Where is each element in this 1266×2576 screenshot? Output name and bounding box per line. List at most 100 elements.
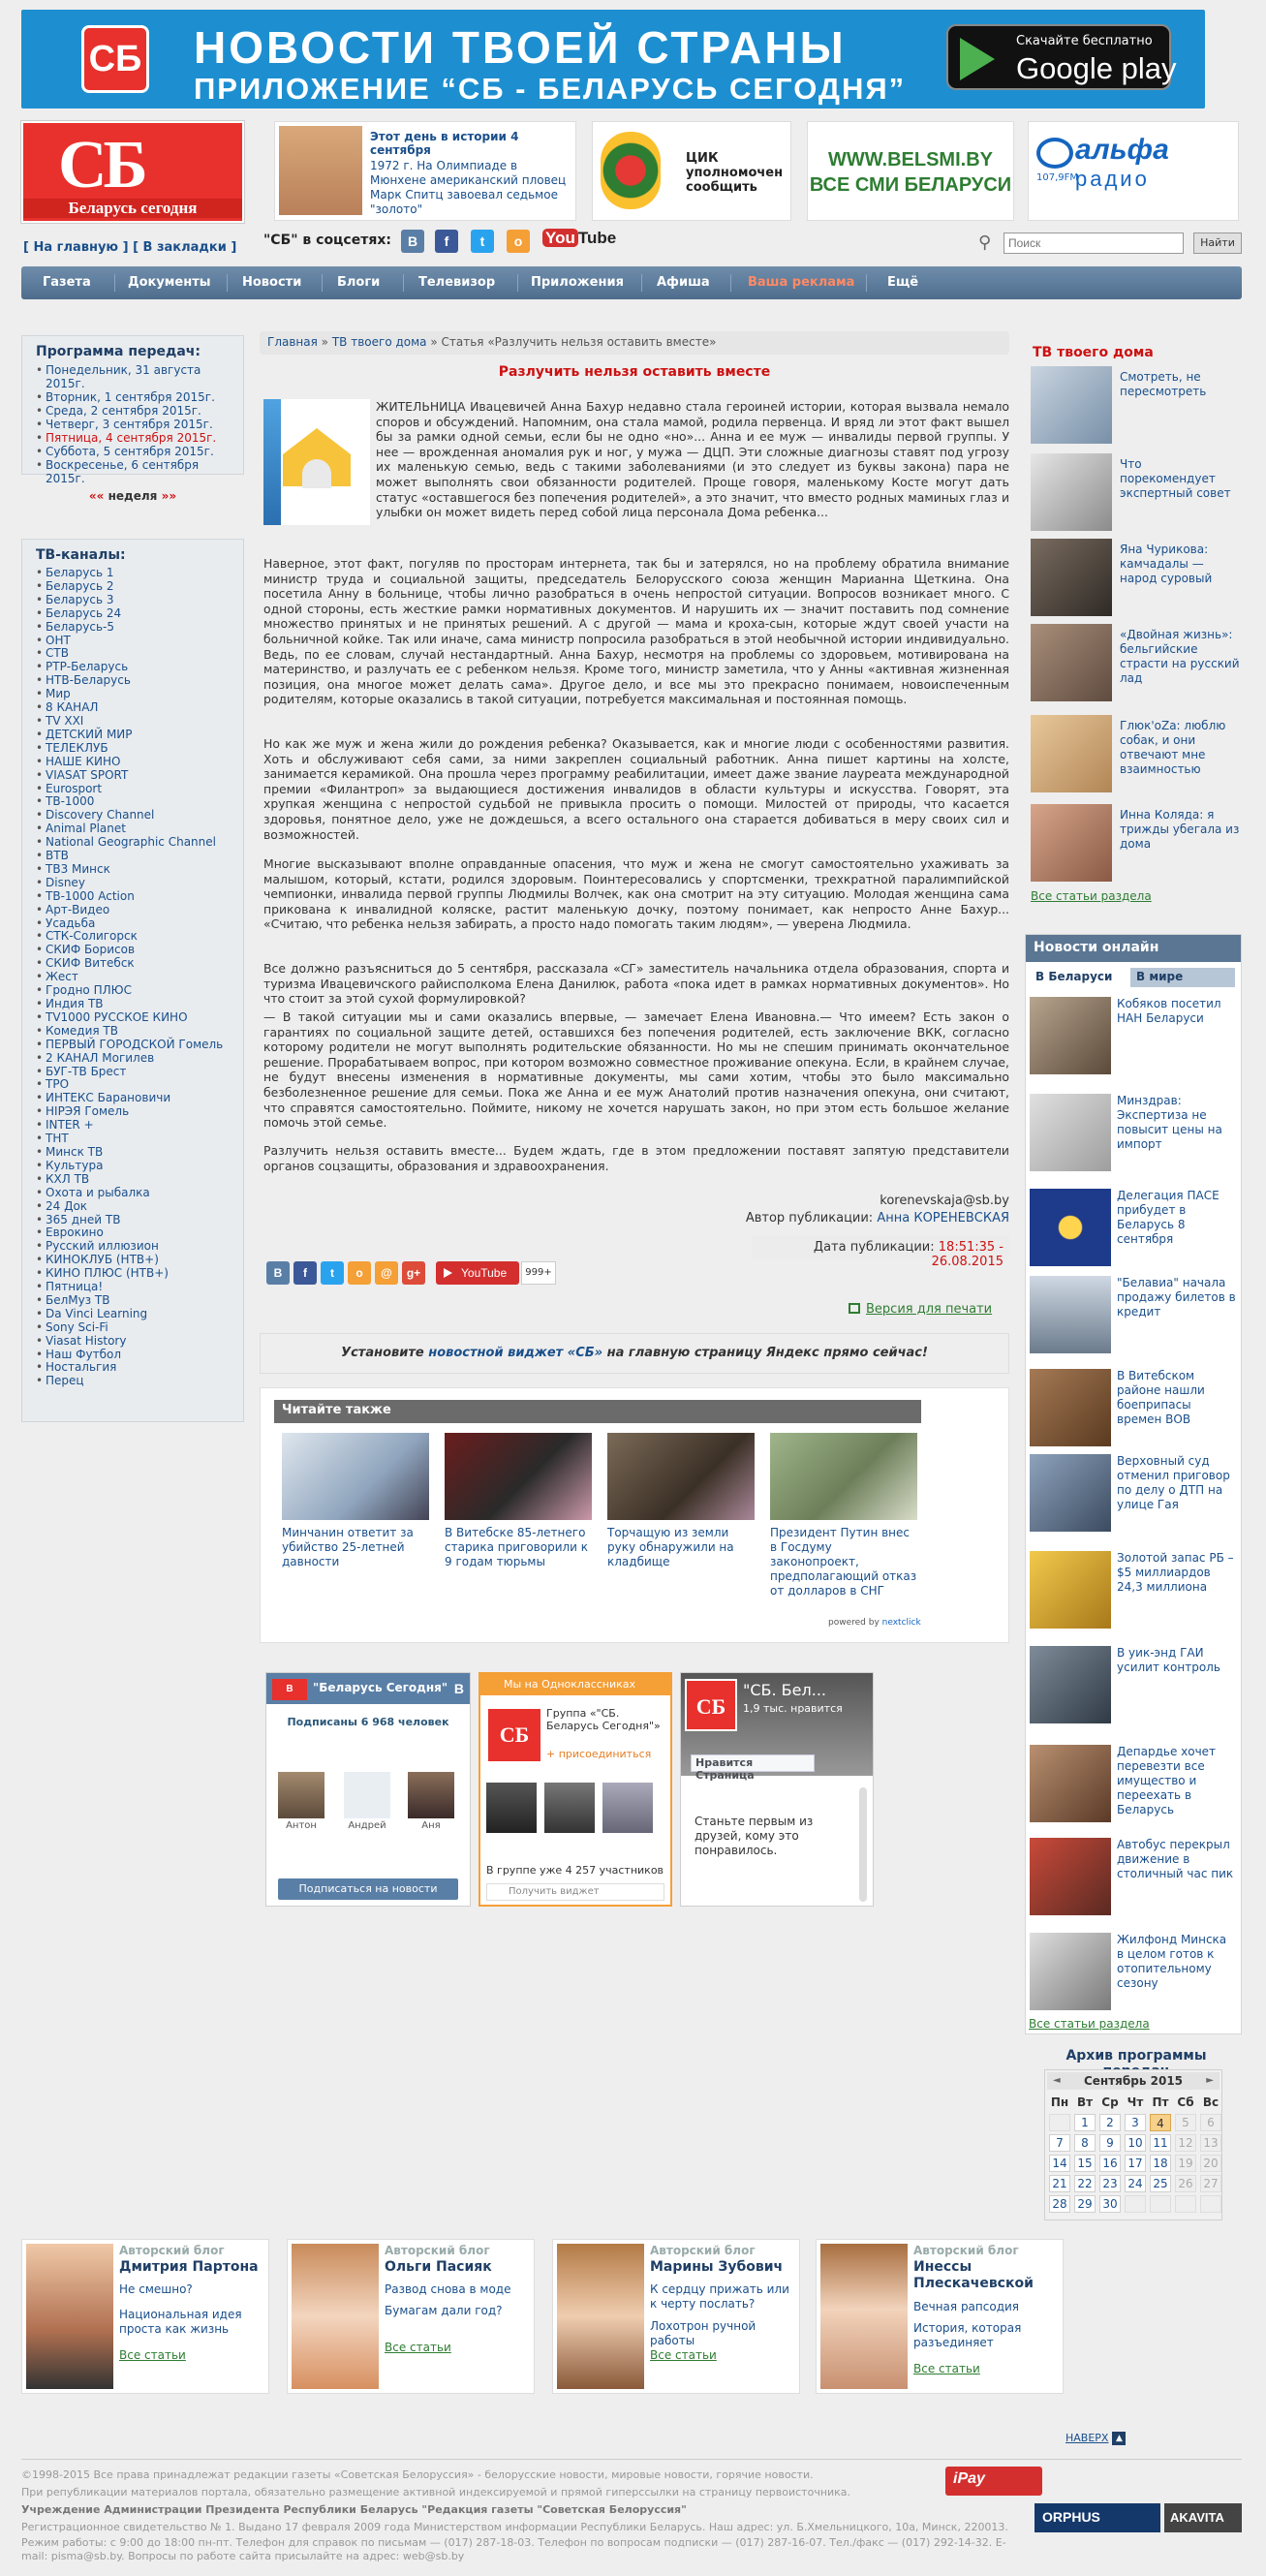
avatar-name[interactable]: Антон — [278, 1820, 324, 1831]
news-link[interactable]: В уик-энд ГАИ усилит контроль — [1117, 1646, 1237, 1675]
calendar-day[interactable]: 21 — [1049, 2175, 1070, 2192]
calendar-day[interactable]: 2 — [1099, 2114, 1121, 2131]
tv-home-item[interactable]: Смотреть, не пересмотреть — [1031, 366, 1239, 444]
tv-channel-link[interactable]: СКИФ Борисов — [36, 943, 230, 957]
blog-author-photo[interactable] — [820, 2244, 908, 2389]
ok-group-title[interactable]: Группа «"СБ. Беларусь Сегодня"» — [546, 1707, 668, 1732]
blog-all-link[interactable]: Все статьи — [913, 2362, 980, 2375]
next-week-button[interactable]: »» — [162, 489, 177, 503]
program-day-link[interactable]: Суббота, 5 сентября 2015г. — [36, 445, 230, 458]
menu-item-tv[interactable]: Телевизор — [418, 275, 495, 290]
magic-wand-icon[interactable]: ⚲ — [978, 233, 1000, 254]
tv-home-link[interactable]: Яна Чурикова: камчадалы — народ суровый — [1120, 543, 1240, 586]
blog-all-link[interactable]: Все статьи — [650, 2348, 717, 2362]
powered-by[interactable]: powered by nextclick — [828, 1618, 921, 1628]
tv-channel-link[interactable]: Sony Sci-Fi — [36, 1320, 230, 1335]
share-vk-icon[interactable]: В — [266, 1261, 290, 1285]
tv-channel-link[interactable]: НІРЭЯ Гомель — [36, 1104, 230, 1119]
blog-author-name[interactable]: Марины Зубович — [650, 2259, 795, 2276]
tv-channel-link[interactable]: КИНОКЛУБ (НТВ+) — [36, 1253, 230, 1267]
tv-channel-link[interactable]: Disney — [36, 876, 230, 890]
tv-home-all-link[interactable]: Все статьи раздела — [1031, 889, 1152, 903]
tv-channel-link[interactable]: ТЕЛЕКЛУБ — [36, 741, 230, 756]
tv-channel-link[interactable]: ОНТ — [36, 634, 230, 648]
calendar-day[interactable]: 12 — [1175, 2134, 1196, 2152]
vk-widget-header[interactable]: В "Беларусь Сегодня" В — [266, 1673, 470, 1704]
tab-belarus[interactable]: В Беларуси — [1030, 968, 1127, 987]
tv-channel-link[interactable]: Русский иллюзион — [36, 1239, 230, 1254]
tv-home-link[interactable]: Инна Коляда: я трижды убегала из дома — [1120, 808, 1240, 852]
tv-channel-link[interactable]: ТРО — [36, 1078, 230, 1093]
youtube-icon[interactable]: You Tube — [542, 229, 616, 255]
read-also-card[interactable]: Торчащую из земли руку обнаружили на кла… — [607, 1433, 755, 1569]
tv-channel-link[interactable]: TV XXI — [36, 714, 230, 729]
tv-channel-link[interactable]: ДЕТСКИЙ МИР — [36, 728, 230, 742]
calendar-day[interactable]: 18 — [1150, 2155, 1171, 2172]
calendar-day[interactable]: 24 — [1125, 2175, 1146, 2192]
calendar-day[interactable]: 9 — [1099, 2134, 1121, 2152]
tv-home-item[interactable]: Инна Коляда: я трижды убегала из дома — [1031, 804, 1239, 882]
read-also-card[interactable]: Минчанин ответит за убийство 25-летней д… — [282, 1433, 429, 1569]
tv-channel-link[interactable]: Da Vinci Learning — [36, 1307, 230, 1321]
avatar-name[interactable]: Андрей — [344, 1820, 390, 1831]
back-to-top-link[interactable]: НАВЕРХ ▲ — [1062, 2432, 1127, 2445]
tv-channel-link[interactable]: INTER + — [36, 1118, 230, 1133]
calendar-day[interactable]: 19 — [1175, 2155, 1196, 2172]
news-link[interactable]: Делегация ПАСЕ прибудет в Беларусь 8 сен… — [1117, 1189, 1237, 1247]
tv-channel-link[interactable]: РТР-Беларусь — [36, 660, 230, 674]
app-banner[interactable]: СБ НОВОСТИ ТВОЕЙ СТРАНЫ ПРИЛОЖЕНИЕ “СБ -… — [21, 10, 1205, 109]
tv-channel-link[interactable]: 24 Док — [36, 1199, 230, 1214]
program-day-link[interactable]: Четверг, 3 сентября 2015г. — [36, 418, 230, 431]
avatar[interactable] — [344, 1772, 390, 1818]
avatar[interactable] — [278, 1772, 324, 1818]
bookmarks-link[interactable]: [ В закладки ] — [133, 240, 236, 255]
calendar-day[interactable]: 7 — [1049, 2134, 1070, 2152]
calendar-day[interactable]: 16 — [1099, 2155, 1121, 2172]
blog-post-link[interactable]: История, которая разъединяет — [913, 2321, 1059, 2350]
news-item[interactable]: Минздрав: Экспертиза не повысит цены на … — [1030, 1094, 1235, 1171]
calendar-day[interactable]: 17 — [1125, 2155, 1146, 2172]
read-also-card[interactable]: В Витебске 85-летнего старика приговорил… — [445, 1433, 592, 1569]
calendar-next-icon[interactable]: ► — [1206, 2072, 1214, 2090]
blog-post-link[interactable]: Национальная идея проста как жизнь — [119, 2308, 264, 2337]
news-item[interactable]: Депардье хочет перевезти все имущество и… — [1030, 1745, 1235, 1822]
tv-channel-link[interactable]: Беларусь 24 — [36, 606, 230, 621]
tv-channel-link[interactable]: Комедия ТВ — [36, 1024, 230, 1039]
blog-post-link[interactable]: К сердцу прижать или к черту послать? — [650, 2282, 795, 2312]
tv-channel-link[interactable]: Еврокино — [36, 1226, 230, 1241]
share-odnoklassniki-icon[interactable]: o — [348, 1261, 371, 1285]
vk-subscribe-button[interactable]: Подписаться на новости — [278, 1878, 458, 1900]
blog-all-link[interactable]: Все статьи — [385, 2341, 451, 2354]
tv-home-item[interactable]: Глюк'oZa: люблю собак, и они отвечают мн… — [1031, 715, 1239, 792]
search-input[interactable] — [1004, 233, 1184, 254]
tv-channel-link[interactable]: National Geographic Channel — [36, 835, 230, 850]
tv-channel-link[interactable]: Перец — [36, 1374, 230, 1388]
calendar-day[interactable]: 15 — [1074, 2155, 1096, 2172]
program-day-current[interactable]: Пятница, 4 сентября 2015г. — [36, 431, 230, 445]
tv-channel-link[interactable]: Eurosport — [36, 782, 230, 796]
fb-page-name[interactable]: "СБ. Бел... — [743, 1681, 826, 1699]
avatar[interactable] — [408, 1772, 454, 1818]
news-item[interactable]: Автобус перекрыл движение в столичный ча… — [1030, 1838, 1235, 1915]
tv-channel-link[interactable]: ТНТ — [36, 1132, 230, 1146]
tv-channel-link[interactable]: ИНТЕКС Барановичи — [36, 1091, 230, 1105]
program-day-link[interactable]: Воскресенье, 6 сентября 2015г. — [36, 458, 230, 485]
blog-post-link[interactable]: Развод снова в моде — [385, 2282, 530, 2297]
tv-channel-link[interactable]: НАШЕ КИНО — [36, 755, 230, 769]
calendar-day[interactable]: 28 — [1049, 2195, 1070, 2213]
history-widget[interactable]: Этот день в истории 4 сентября 1972 г. Н… — [274, 121, 576, 221]
news-link[interactable]: Золотой запас РБ – $5 миллиардов 24,3 ми… — [1117, 1551, 1237, 1595]
ok-member-photo[interactable] — [544, 1783, 595, 1833]
breadcrumb-section[interactable]: ТВ твоего дома — [332, 335, 427, 349]
news-link[interactable]: Депардье хочет перевезти все имущество и… — [1117, 1745, 1237, 1817]
news-link[interactable]: В Витебском районе нашли боеприпасы врем… — [1117, 1369, 1237, 1427]
blog-all-link[interactable]: Все статьи — [119, 2348, 186, 2362]
blog-author-photo[interactable] — [557, 2244, 644, 2389]
tv-channel-link[interactable]: БУГ-ТВ Брест — [36, 1065, 230, 1079]
news-link[interactable]: Автобус перекрыл движение в столичный ча… — [1117, 1838, 1237, 1881]
fb-page-logo[interactable]: СБ — [685, 1679, 737, 1731]
calendar-day[interactable]: 26 — [1175, 2175, 1196, 2192]
tv-channel-link[interactable]: СКИФ Витебск — [36, 956, 230, 971]
share-twitter-icon[interactable]: t — [321, 1261, 344, 1285]
tv-channel-link[interactable]: Беларусь-5 — [36, 620, 230, 635]
